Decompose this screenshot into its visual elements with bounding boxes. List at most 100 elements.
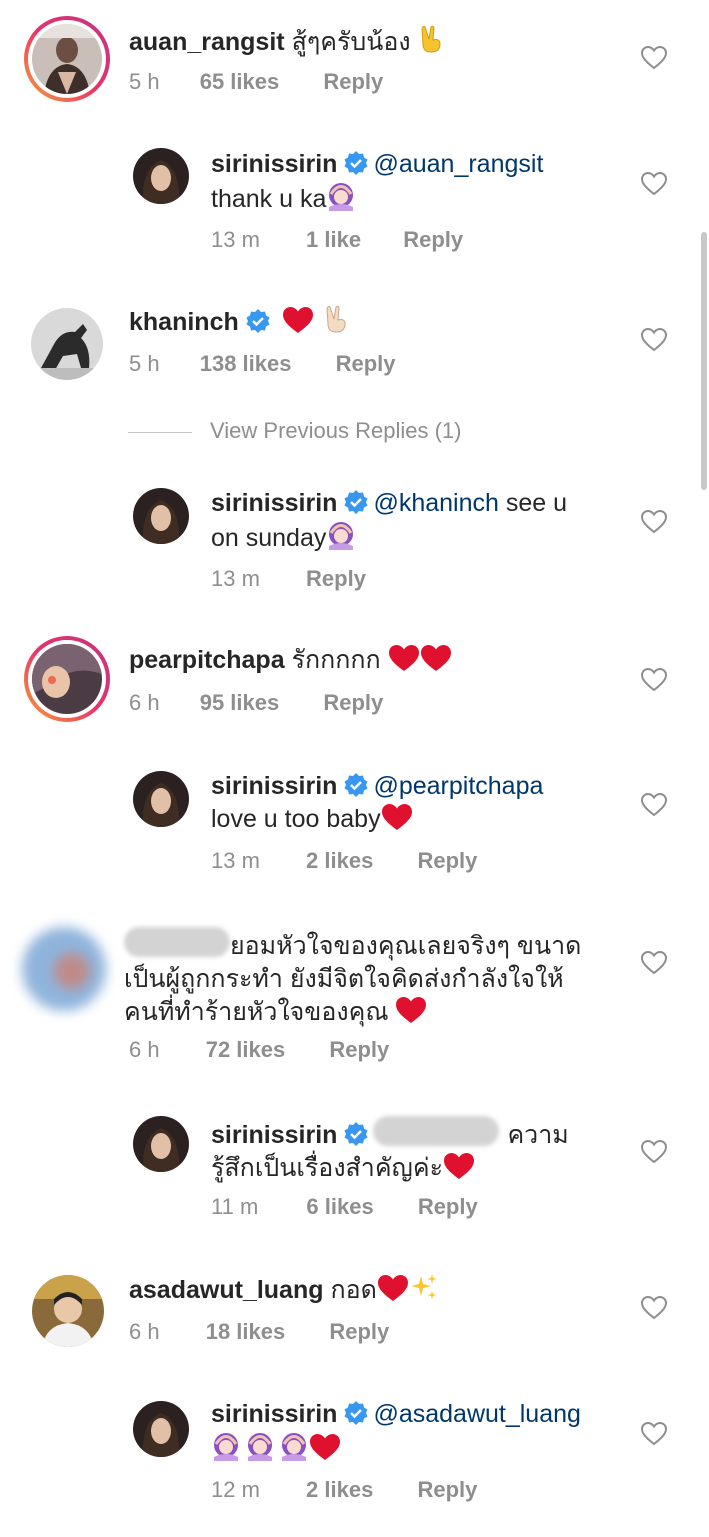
mention-link[interactable]: @auan_rangsit [373,150,543,178]
username[interactable]: asadawut_luang [129,1276,324,1304]
comment-meta: 5 h 138 likes Reply [129,351,396,377]
like-heart-icon[interactable] [641,1422,667,1446]
reply-text: sirinissirin @khaninch see u on sunday [211,487,631,555]
avatar-blurred[interactable] [22,927,106,1011]
reply-meta: 11 m 6 likes Reply [211,1194,478,1220]
timestamp: 5 h [129,69,160,94]
verified-badge-icon [343,1121,369,1147]
reply-button[interactable]: Reply [323,690,383,716]
reply-button[interactable]: Reply [418,1194,478,1220]
view-previous-replies[interactable]: View Previous Replies (1) [128,418,548,448]
username[interactable]: sirinissirin [211,1121,337,1149]
likes-count[interactable]: 65 likes [200,69,280,95]
likes-count[interactable]: 72 likes [206,1037,286,1063]
like-heart-icon[interactable] [641,172,667,196]
likes-count[interactable]: 18 likes [206,1319,286,1345]
view-previous-replies-label[interactable]: View Previous Replies (1) [210,418,461,444]
scrollbar[interactable] [701,232,707,490]
like-heart-icon[interactable] [641,1296,667,1320]
username[interactable]: khaninch [129,308,239,336]
divider-line [128,432,192,433]
person-gesturing-ok-emoji [326,520,356,550]
verified-badge-icon [245,308,271,334]
avatar[interactable] [133,771,189,827]
avatar[interactable] [133,148,189,204]
verified-badge-icon [343,772,369,798]
comment-item: ยอมหัวใจของคุณเลยจริงๆ ขนาด เป็นผู้ถูกกร… [0,915,709,1065]
comment-text: khaninch [129,304,629,339]
mention-link[interactable]: @khaninch [373,489,498,517]
red-heart-emoji [395,996,427,1024]
like-heart-icon[interactable] [641,328,667,352]
avatar[interactable] [133,488,189,544]
reply-body-line2: on sunday [211,524,327,552]
comment-body-line2: เป็นผู้ถูกกระทำ ยังมีจิตใจคิดส่งกำลังใจใ… [124,965,564,993]
comment-meta: 6 h 18 likes Reply [129,1319,389,1345]
person-gesturing-ok-emoji [211,1431,241,1461]
reply-button[interactable]: Reply [306,566,366,592]
verified-badge-icon [343,489,369,515]
like-heart-icon[interactable] [641,951,667,975]
comment-text: pearpitchapa รักกกกก [129,644,629,677]
reply-button[interactable]: Reply [329,1319,389,1345]
username[interactable]: sirinissirin [211,489,337,517]
reply-button[interactable]: Reply [323,69,383,95]
red-heart-emoji [282,306,314,334]
comment-item: khaninch 5 h 138 likes Reply [0,300,709,410]
timestamp: 13 m [211,566,260,591]
reply-button[interactable]: Reply [329,1037,389,1063]
avatar[interactable] [133,1116,189,1172]
blurred-username[interactable] [124,927,230,957]
reply-body-line1: ความ [507,1121,569,1149]
comment-text: ยอมหัวใจของคุณเลยจริงๆ ขนาด เป็นผู้ถูกกร… [124,927,634,1029]
reply-button[interactable]: Reply [336,351,396,377]
reply-item: sirinissirin @auan_rangsit thank u ka 13 … [0,140,709,260]
red-heart-emoji [309,1433,341,1461]
reply-text: sirinissirin @pearpitchapa love u too bab… [211,770,631,836]
username[interactable]: sirinissirin [211,1400,337,1428]
likes-count[interactable]: 95 likes [200,690,280,716]
reply-item: sirinissirin @khaninch see u on sunday 13… [0,480,709,600]
comment-meta: 5 h 65 likes Reply [129,69,383,95]
comments-feed: auan_rangsit สู้ๆครับน้อง 5 h 65 likes R… [0,0,709,1537]
person-gesturing-ok-emoji [279,1431,309,1461]
comment-body-line1: ยอมหัวใจของคุณเลยจริงๆ ขนาด [230,932,582,960]
like-heart-icon[interactable] [641,793,667,817]
username[interactable]: sirinissirin [211,150,337,178]
avatar[interactable] [32,644,102,714]
avatar[interactable] [133,1401,189,1457]
avatar[interactable] [32,1275,104,1347]
comment-meta: 6 h 95 likes Reply [129,690,383,716]
reply-button[interactable]: Reply [417,848,477,874]
like-heart-icon[interactable] [641,668,667,692]
timestamp: 13 m [211,848,260,873]
likes-count[interactable]: 2 likes [306,848,373,874]
comment-item: auan_rangsit สู้ๆครับน้อง 5 h 65 likes R… [0,0,709,110]
username[interactable]: sirinissirin [211,772,337,800]
like-heart-icon[interactable] [641,510,667,534]
avatar[interactable] [32,24,102,94]
reply-body-line2: รู้สึกเป็นเรื่องสำคัญค่ะ [211,1154,443,1182]
timestamp: 11 m [211,1194,259,1219]
avatar[interactable] [31,308,103,380]
person-gesturing-ok-emoji [326,181,356,211]
username[interactable]: auan_rangsit [129,28,285,56]
victory-hand-emoji [323,304,351,334]
reply-button[interactable]: Reply [403,227,463,253]
red-heart-emoji [377,1274,409,1302]
likes-count[interactable]: 138 likes [200,351,292,377]
mention-link[interactable]: @asadawut_luang [373,1400,580,1428]
likes-count[interactable]: 6 likes [306,1194,373,1220]
mention-link[interactable]: @pearpitchapa [373,772,543,800]
blurred-mention[interactable] [373,1116,500,1146]
username[interactable]: pearpitchapa [129,646,285,674]
like-heart-icon[interactable] [641,46,667,70]
reply-button[interactable]: Reply [417,1477,477,1503]
likes-count[interactable]: 2 likes [306,1477,373,1503]
like-heart-icon[interactable] [641,1140,667,1164]
reply-text: sirinissirin @asadawut_luang [211,1398,631,1466]
reply-body-line1: see u [498,489,568,517]
red-heart-emoji [443,1152,475,1180]
likes-count[interactable]: 1 like [306,227,361,253]
sparkles-emoji [409,1272,439,1302]
